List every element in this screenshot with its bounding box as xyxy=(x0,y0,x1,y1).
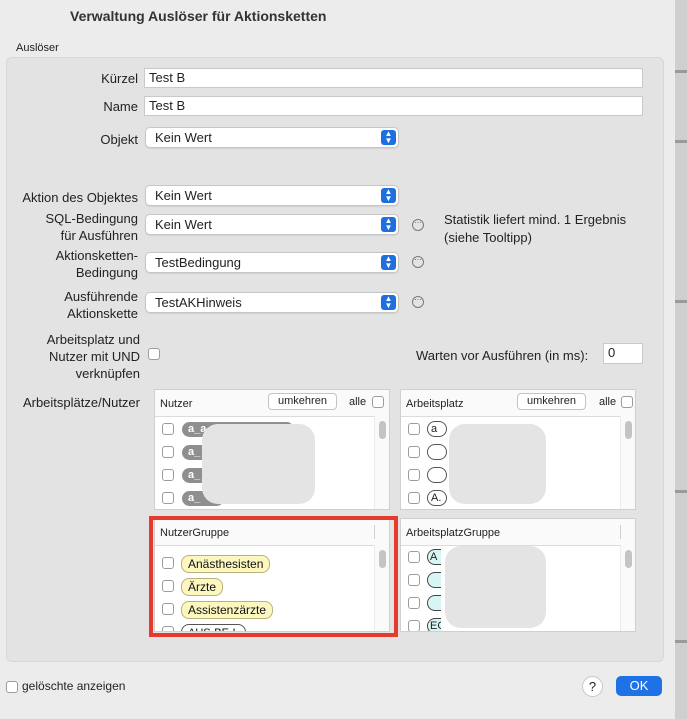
ak-bedingung-popup[interactable]: TestBedingung ▲ ▼ xyxy=(145,252,399,273)
popup-arrows-icon: ▲ ▼ xyxy=(381,217,396,232)
arbeitsplatzgruppe-header-label: ArbeitsplatzGruppe xyxy=(406,527,501,539)
popup-arrows-icon: ▲ ▼ xyxy=(381,295,396,310)
aktion-label: Aktion des Objektes xyxy=(22,190,138,205)
window-title: Verwaltung Auslöser für Aktionsketten xyxy=(70,8,327,24)
name-label: Name xyxy=(103,99,138,114)
arbeitsplatzgruppe-header: ArbeitsplatzGruppe xyxy=(401,519,635,546)
und-verknuepfen-label: Arbeitsplatz und Nutzer mit UND verknüpf… xyxy=(46,332,140,381)
arbeitsplatz-umkehren-button[interactable]: umkehren xyxy=(517,393,586,410)
ak-bedingung-value: TestBedingung xyxy=(155,255,242,270)
nutzer-header-label: Nutzer xyxy=(160,398,193,410)
redacted-area xyxy=(449,424,546,504)
arbeitsplaetze-label: Arbeitsplätze/Nutzer xyxy=(22,395,140,410)
redacted-area xyxy=(202,424,315,504)
sql-value: Kein Wert xyxy=(155,217,212,232)
popup-arrows-icon: ▲ ▼ xyxy=(381,188,396,203)
sql-popup[interactable]: Kein Wert ▲ ▼ xyxy=(145,214,399,235)
dialog-window: Verwaltung Auslöser für Aktionsketten Au… xyxy=(0,0,675,719)
warten-field[interactable]: 0 xyxy=(603,343,643,364)
highlight-annotation xyxy=(149,516,398,637)
help-button[interactable]: ? xyxy=(582,676,603,697)
geloeschte-checkbox[interactable] xyxy=(6,681,18,693)
sql-label: SQL-Bedingung für Ausführen xyxy=(45,211,138,243)
arbeitsplatz-header-label: Arbeitsplatz xyxy=(406,398,464,410)
warten-label: Warten vor Ausführen (in ms): xyxy=(416,348,589,363)
nutzer-scrollbar[interactable] xyxy=(374,416,389,509)
geloeschte-label: gelöschte anzeigen xyxy=(22,679,126,693)
aktion-value: Kein Wert xyxy=(155,188,212,203)
und-verknuepfen-checkbox[interactable] xyxy=(148,348,160,360)
objekt-popup[interactable]: Kein Wert ▲ ▼ xyxy=(145,127,399,148)
ausfuehrende-value: TestAKHinweis xyxy=(155,295,242,310)
group-label: Auslöser xyxy=(16,42,59,54)
arbeitsplatz-alle-checkbox[interactable] xyxy=(621,396,633,408)
arbeitsplatz-scrollbar[interactable] xyxy=(620,416,635,509)
objekt-label: Objekt xyxy=(100,132,138,147)
ak-bedingung-label: Aktionsketten- Bedingung xyxy=(55,248,138,280)
arbeitsplatz-list: Arbeitsplatz umkehren alle a A. xyxy=(400,389,636,510)
kuerzel-label: Kürzel xyxy=(101,71,138,86)
ak-bedingung-more-icon[interactable]: ··· xyxy=(412,256,424,268)
statistik-note: Statistik liefert mind. 1 Ergebnis (sieh… xyxy=(444,212,627,245)
redacted-area xyxy=(445,546,546,628)
nutzer-umkehren-button[interactable]: umkehren xyxy=(268,393,337,410)
arbeitsplatz-alle-label: alle xyxy=(599,396,617,408)
kuerzel-field[interactable]: Test B xyxy=(144,68,643,88)
nutzer-list: Nutzer umkehren alle a_a a_ a_ a_ xyxy=(154,389,390,510)
ausfuehrende-more-icon[interactable]: ··· xyxy=(412,296,424,308)
sql-more-icon[interactable]: ··· xyxy=(412,219,424,231)
name-field[interactable]: Test B xyxy=(144,96,643,116)
arbeitsplatzgruppe-scrollbar[interactable] xyxy=(620,545,635,631)
popup-arrows-icon: ▲ ▼ xyxy=(381,255,396,270)
nutzer-header: Nutzer umkehren alle xyxy=(155,390,389,417)
ausfuehrende-label: Ausführende Aktionskette xyxy=(64,289,138,321)
nutzer-alle-label: alle xyxy=(349,396,367,408)
popup-arrows-icon: ▲ ▼ xyxy=(381,130,396,145)
arbeitsplatz-header: Arbeitsplatz umkehren alle xyxy=(401,390,635,417)
ok-button[interactable]: OK xyxy=(616,676,662,696)
background-window-edge xyxy=(675,0,687,719)
nutzer-alle-checkbox[interactable] xyxy=(372,396,384,408)
aktion-popup[interactable]: Kein Wert ▲ ▼ xyxy=(145,185,399,206)
objekt-value: Kein Wert xyxy=(155,130,212,145)
ausfuehrende-popup[interactable]: TestAKHinweis ▲ ▼ xyxy=(145,292,399,313)
arbeitsplatzgruppe-list: ArbeitsplatzGruppe A EG xyxy=(400,518,636,632)
